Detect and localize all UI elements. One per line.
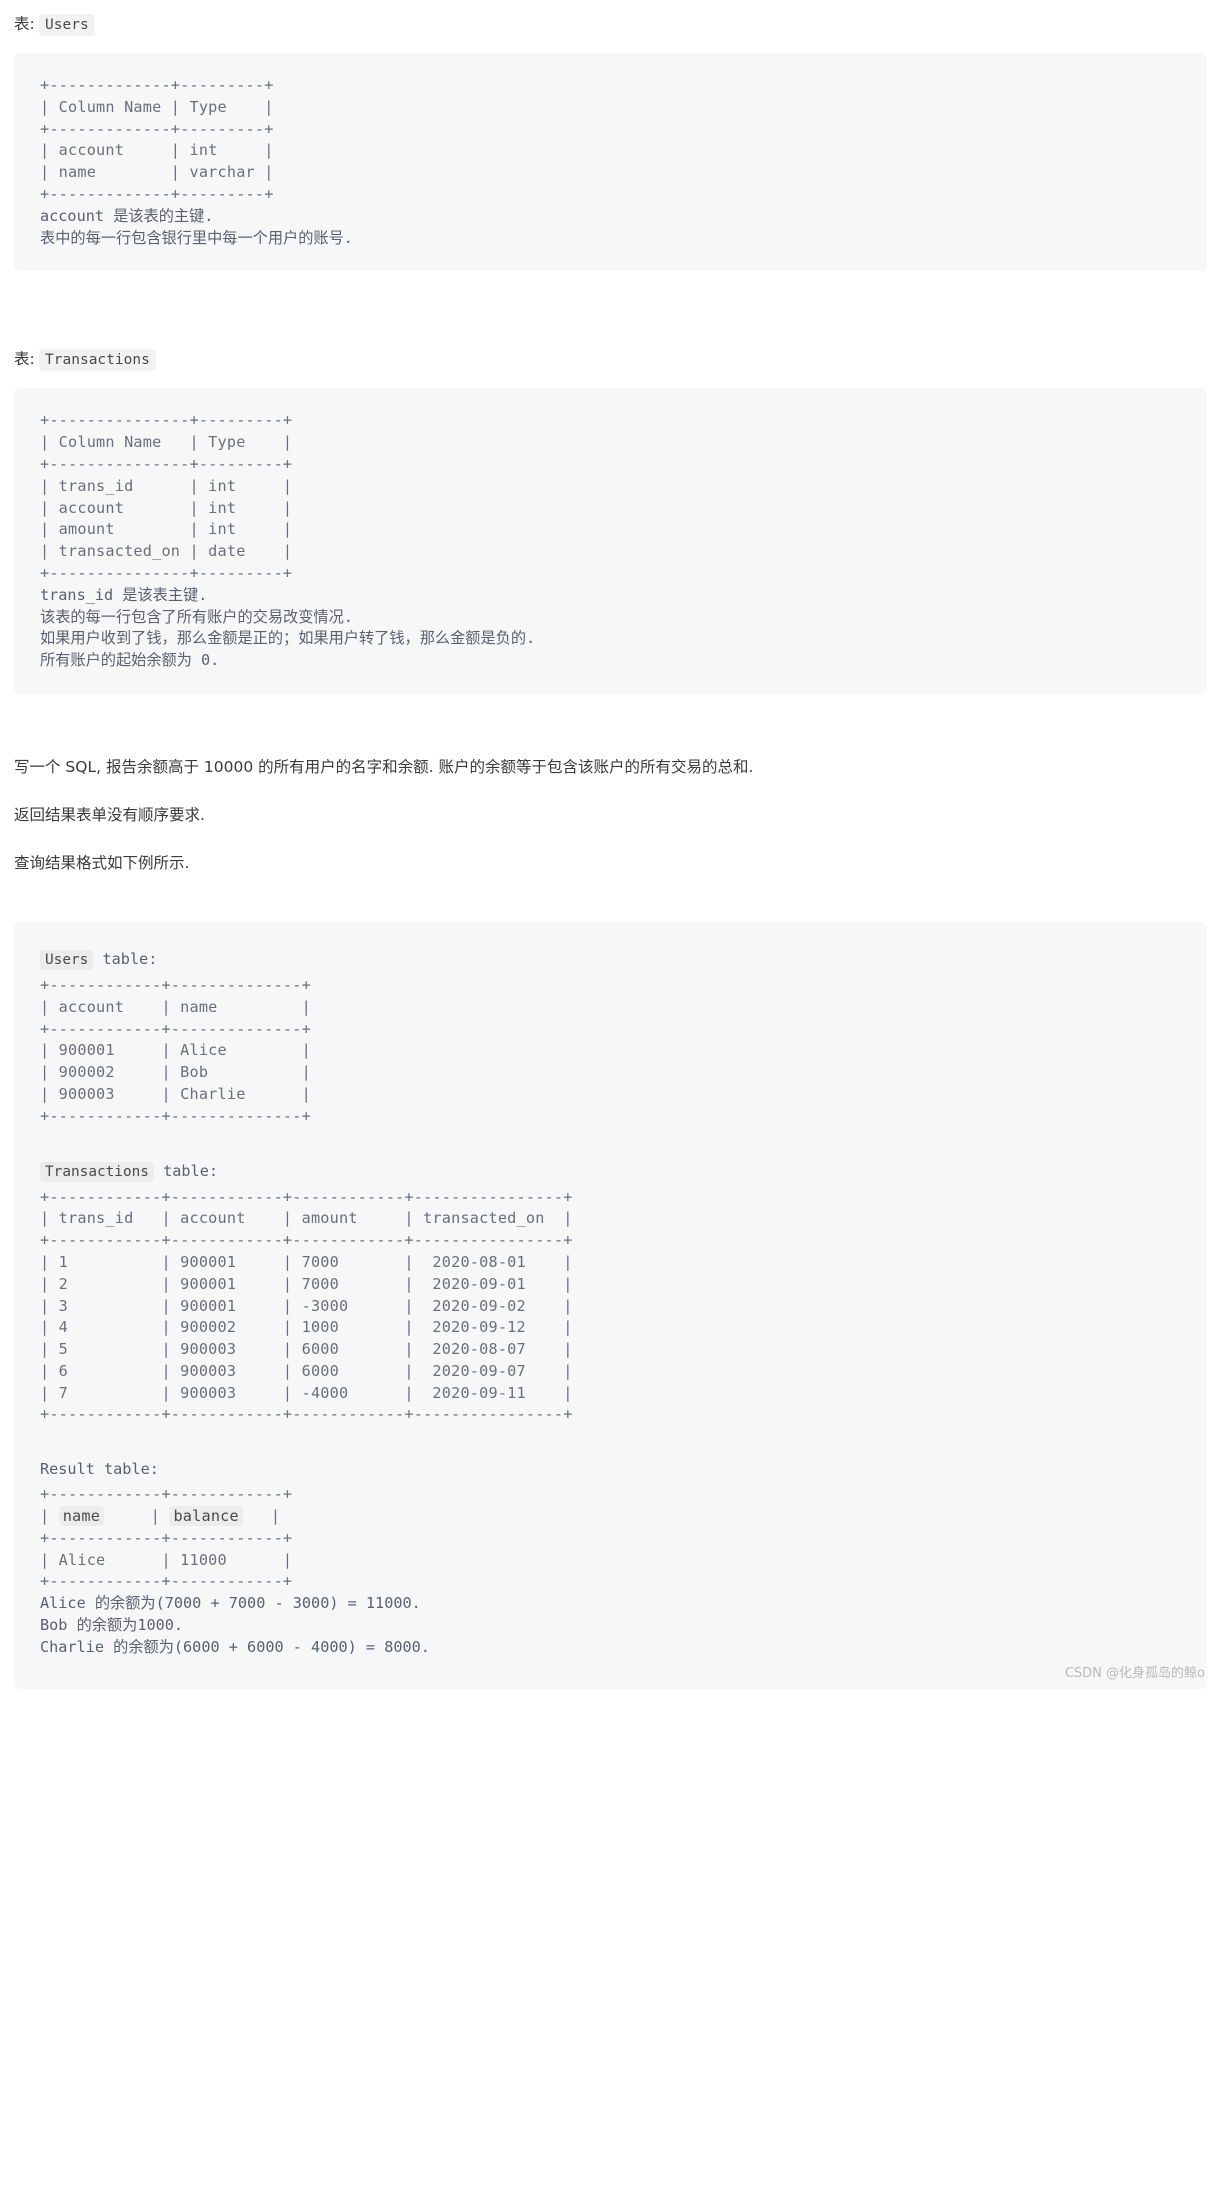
- users-table-name-chip: Users: [39, 14, 95, 36]
- spacer-between-example-tables: [40, 1128, 1181, 1158]
- example-users-title: Users table:: [40, 946, 1181, 973]
- spacer-after-users-block: [0, 271, 1221, 345]
- example-transactions-chip: Transactions: [40, 1161, 154, 1182]
- example-users-title-suffix: table:: [102, 949, 158, 968]
- example-result-rule-bottom: +------------+------------+: [40, 1572, 293, 1591]
- example-users-chip: Users: [40, 949, 94, 970]
- result-column-name: name: [58, 1506, 105, 1527]
- transactions-schema-ascii: +---------------+---------+ | Column Nam…: [40, 411, 293, 582]
- users-schema-block: +-------------+---------+ | Column Name …: [14, 53, 1207, 272]
- spacer-before-result: [40, 1426, 1181, 1456]
- transactions-table-label-prefix: 表:: [14, 350, 35, 369]
- transactions-schema-block: +---------------+---------+ | Column Nam…: [14, 388, 1207, 694]
- spacer-after-transactions-block: [0, 694, 1221, 754]
- users-schema-ascii: +-------------+---------+ | Column Name …: [40, 76, 274, 203]
- example-transactions-title: Transactions table:: [40, 1158, 1181, 1185]
- example-result-row: | Alice | 11000 |: [40, 1550, 293, 1569]
- example-transactions-ascii: +------------+------------+------------+…: [40, 1187, 573, 1424]
- transactions-table-label: 表: Transactions: [14, 345, 1221, 374]
- example-result-rule-mid: +------------+------------+: [40, 1528, 293, 1547]
- example-block: Users table: +------------+-------------…: [14, 921, 1207, 1689]
- example-users-ascii: +------------+--------------+ | account …: [40, 975, 311, 1125]
- example-result-rule-top: +------------+------------+: [40, 1485, 293, 1504]
- example-transactions-title-suffix: table:: [163, 1161, 218, 1180]
- format-note: 查询结果格式如下例所示.: [14, 853, 190, 872]
- users-table-label: 表: Users: [14, 10, 1221, 39]
- transactions-table-name-chip: Transactions: [39, 349, 156, 372]
- example-result-title: Result table:: [40, 1460, 159, 1479]
- result-column-balance: balance: [169, 1506, 243, 1527]
- transactions-schema-notes: trans_id 是该表主键. 该表的每一行包含了所有账户的交易改变情况. 如果…: [40, 585, 536, 670]
- watermark: CSDN @化身孤岛的鲸o: [1064, 1665, 1205, 1681]
- example-result-header-row: | name | balance |: [40, 1506, 281, 1527]
- problem-statement: 写一个 SQL, 报告余额高于 10000 的所有用户的名字和余额. 账户的余额…: [14, 757, 754, 776]
- users-schema-notes: account 是该表的主键. 表中的每一行包含银行里中每一个用户的账号.: [40, 206, 353, 247]
- users-table-label-prefix: 表:: [14, 15, 35, 33]
- example-explanation: Alice 的余额为(7000 + 7000 - 3000) = 11000. …: [40, 1594, 430, 1656]
- spacer-before-example: [0, 876, 1221, 922]
- page-root: 表: Users +-------------+---------+ | Col…: [0, 0, 1221, 1689]
- order-note: 返回结果表单没有顺序要求.: [14, 805, 205, 824]
